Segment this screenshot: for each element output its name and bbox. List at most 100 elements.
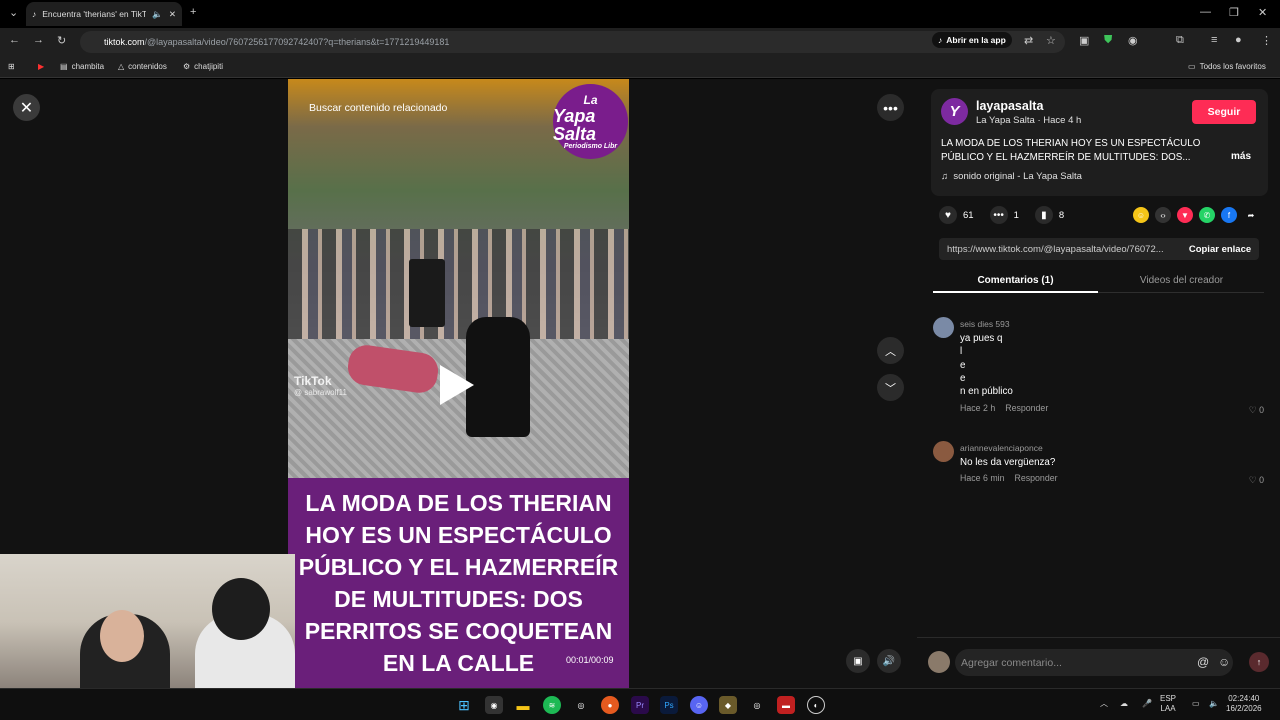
comment-username[interactable]: seis dies 593 (960, 319, 1010, 329)
address-bar[interactable]: tiktok.com/@layapasalta/video/7607256177… (80, 31, 1065, 53)
translate-icon[interactable]: ⇄ (1024, 34, 1033, 47)
network-icon[interactable]: ▭ (1192, 699, 1200, 709)
maximize-icon[interactable]: ❐ (1229, 6, 1239, 19)
media-control-icon[interactable]: ≡ (1211, 34, 1217, 46)
previous-video-button[interactable]: ︿ (877, 337, 904, 364)
comment-username[interactable]: ariannevalenciaponce (960, 443, 1043, 453)
bookmark-label: contenidos (128, 62, 167, 71)
reply-button[interactable]: Responder (1005, 403, 1048, 413)
details-panel: Y layapasalta La Yapa Salta · Hace 4 h S… (917, 79, 1280, 688)
tab-comments[interactable]: Comentarios (1) (933, 275, 1098, 286)
apps-grid-icon[interactable]: ⊞ (8, 62, 15, 71)
shield-icon[interactable]: ⛊ (1104, 34, 1112, 47)
tab-close-icon[interactable]: ✕ (169, 9, 176, 20)
comment-input[interactable]: Agregar comentario... (955, 649, 1233, 676)
window-close-icon[interactable]: ✕ (1258, 6, 1267, 19)
comment-button[interactable]: ••• 1 (989, 206, 1019, 224)
profile-icon[interactable]: ● (1235, 34, 1242, 46)
extension-icon[interactable]: ▣ (1079, 34, 1089, 47)
bookmark-star-icon[interactable]: ☆ (1046, 34, 1056, 47)
creator-display-name: La Yapa Salta (976, 115, 1035, 126)
chevron-up-icon: ︿ (885, 345, 896, 358)
comment-avatar[interactable] (933, 317, 954, 338)
extensions-puzzle-icon[interactable]: ⧉ (1176, 34, 1184, 47)
creator-username[interactable]: layapasalta (976, 99, 1043, 113)
file-explorer-icon[interactable]: ▬ (514, 696, 532, 714)
mention-icon[interactable]: @ (1197, 655, 1209, 669)
game-icon[interactable]: ◆ (719, 696, 737, 714)
like-count: 61 (963, 209, 974, 221)
photoshop-icon[interactable]: Ps (660, 696, 678, 714)
floating-player-button[interactable]: ▣ (846, 649, 870, 673)
extension-2-icon[interactable]: ◉ (1128, 34, 1138, 47)
search-related-link[interactable]: Buscar contenido relacionado (309, 102, 447, 114)
heart-icon: ♥ (939, 206, 957, 224)
close-video-button[interactable]: ✕ (13, 94, 40, 121)
steam-icon[interactable]: ◎ (572, 696, 590, 714)
forward-icon[interactable]: → (33, 34, 44, 46)
speaker-icon[interactable]: 🔈 (152, 9, 163, 20)
youtube-icon[interactable]: ▶ (38, 62, 44, 71)
embed-icon[interactable]: ‹› (1155, 207, 1171, 223)
video-player[interactable]: Buscar contenido relacionado La Yapa Sal… (288, 79, 629, 688)
reload-icon[interactable]: ↻ (57, 34, 66, 47)
tab-list-icon[interactable]: ⌄ (9, 6, 18, 19)
steam-2-icon[interactable]: ◎ (748, 696, 766, 714)
url-domain: tiktok.com (104, 37, 145, 47)
bookmark-contenidos[interactable]: △ contenidos (118, 62, 167, 71)
more-description-link[interactable]: más (1231, 151, 1251, 162)
bookmark-chambita[interactable]: ▤ chambita (60, 62, 104, 71)
whatsapp-icon[interactable]: ✆ (1199, 207, 1215, 223)
browser-tab[interactable]: ♪ Encuentra 'therians' en TikTok 🔈 ✕ (26, 2, 182, 26)
comment-avatar[interactable] (933, 441, 954, 462)
emoji-icon[interactable]: ☺ (1218, 655, 1230, 669)
tray-chevron-icon[interactable]: ︿ (1100, 699, 1108, 709)
all-favorites[interactable]: ▭ Todos los favoritos (1188, 62, 1266, 71)
windows-start-icon[interactable]: ⊞ (455, 696, 473, 714)
follow-button[interactable]: Seguir (1192, 100, 1256, 124)
spotify-icon[interactable]: ≋ (543, 696, 561, 714)
obs-icon[interactable]: ◐ (807, 696, 825, 714)
url-path: /@layapasalta/video/7607256177092742407?… (144, 37, 450, 47)
save-button[interactable]: ▮ 8 (1034, 206, 1064, 224)
next-video-button[interactable]: ﹀ (877, 374, 904, 401)
bookmark-chatjipiti[interactable]: ⚙ chatjipiti (183, 62, 223, 71)
app-icon[interactable]: ▬ (777, 696, 795, 714)
language-indicator[interactable]: ESP LAA (1160, 694, 1176, 714)
bookmark-label: chambita (71, 62, 105, 71)
new-tab-icon[interactable]: + (190, 6, 196, 18)
volume-button[interactable]: 🔊 (877, 649, 901, 673)
back-icon[interactable]: ← (9, 34, 20, 46)
tab-creator-videos[interactable]: Videos del creador (1099, 275, 1264, 286)
clock-date: 16/2/2026 (1226, 704, 1262, 713)
minimize-icon[interactable]: — (1200, 6, 1211, 18)
send-icon[interactable]: ▼ (1177, 207, 1193, 223)
video-link-url[interactable]: https://www.tiktok.com/@layapasalta/vide… (947, 244, 1181, 255)
premiere-icon[interactable]: Pr (631, 696, 649, 714)
firefox-icon[interactable]: ● (601, 696, 619, 714)
share-arrow-icon[interactable]: ➦ (1243, 207, 1259, 223)
play-icon[interactable] (440, 365, 474, 405)
tray-volume-icon[interactable]: 🔈 (1209, 699, 1219, 709)
facebook-icon[interactable]: f (1221, 207, 1237, 223)
clock[interactable]: 02:24:40 16/2/2026 (1226, 694, 1262, 714)
arrow-up-icon: ↑ (1256, 657, 1262, 667)
copy-link-button[interactable]: Copiar enlace (1181, 244, 1259, 255)
like-button[interactable]: ♥ 61 (939, 206, 974, 224)
microphone-icon[interactable]: 🎤 (1142, 699, 1152, 709)
comment-like-count: 0 (1259, 405, 1264, 415)
creator-avatar[interactable]: Y (941, 98, 968, 125)
open-in-app-button[interactable]: ♪ Abrir en la app (932, 32, 1012, 48)
more-options-button[interactable]: ••• (877, 94, 904, 121)
reply-button[interactable]: Responder (1015, 473, 1058, 483)
sound-link[interactable]: ♫ sonido original - La Yapa Salta (941, 171, 1082, 182)
comment-like-button[interactable]: ♡ 0 (1249, 405, 1264, 416)
post-comment-button[interactable]: ↑ (1249, 652, 1269, 672)
emoji-share-icon[interactable]: ☺ (1133, 207, 1149, 223)
tab-title: Encuentra 'therians' en TikTok (42, 9, 147, 19)
comment-like-button[interactable]: ♡ 0 (1249, 475, 1264, 486)
menu-icon[interactable]: ⋮ (1261, 34, 1272, 47)
onedrive-icon[interactable]: ☁ (1120, 699, 1128, 709)
chrome-icon[interactable]: ◉ (485, 696, 503, 714)
discord-icon[interactable]: ☺ (690, 696, 708, 714)
